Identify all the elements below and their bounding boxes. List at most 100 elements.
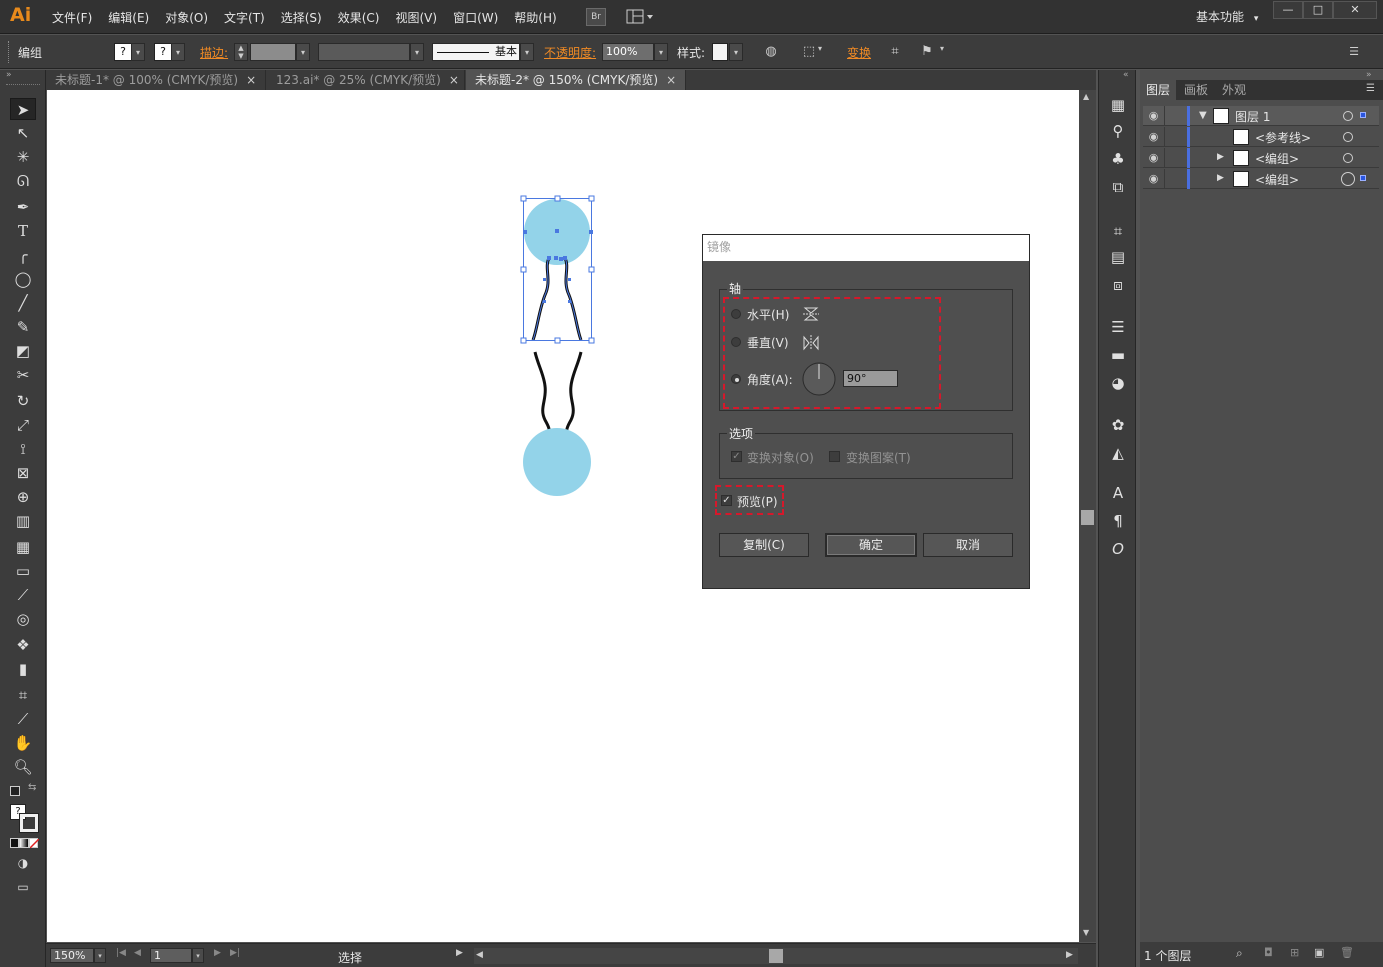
collapse-arrows-icon[interactable]: » xyxy=(6,70,12,80)
color-mode-icon[interactable] xyxy=(10,838,20,848)
artboard-dropdown[interactable]: ▾ xyxy=(192,948,204,963)
stroke-weight-input[interactable] xyxy=(250,43,296,61)
slice-tool-icon[interactable]: ⟋ xyxy=(10,708,36,730)
stroke-weight-label[interactable]: 描边: xyxy=(200,44,228,61)
cancel-button[interactable]: 取消 xyxy=(923,533,1013,557)
last-artboard-icon[interactable]: ▶| xyxy=(230,948,240,958)
screen-mode-icon[interactable]: ▭ xyxy=(10,876,36,898)
fill-swatch[interactable]: ? xyxy=(114,43,132,61)
horizontal-radio[interactable] xyxy=(731,309,741,319)
paragraph-panel-icon[interactable]: ¶ xyxy=(1107,510,1129,532)
previous-artboard-icon[interactable]: ◀ xyxy=(134,948,141,958)
magic-wand-tool-icon[interactable]: ✳ xyxy=(10,146,36,168)
transform-link[interactable]: 变换 xyxy=(847,44,871,61)
menu-help[interactable]: 帮助(H) xyxy=(506,9,564,26)
isolate-group-icon[interactable]: ⌗ xyxy=(886,44,904,60)
ok-button[interactable]: 确定 xyxy=(825,533,917,557)
align-panel-icon[interactable]: ▤ xyxy=(1107,246,1129,268)
scroll-down-icon[interactable]: ▼ xyxy=(1083,928,1089,937)
blend-tool-icon[interactable]: ◎ xyxy=(10,608,36,630)
character-panel-icon[interactable]: A xyxy=(1107,482,1129,504)
layer-row[interactable]: ◉ ▶ <编组> xyxy=(1143,169,1379,189)
fill-dropdown[interactable]: ▾ xyxy=(131,43,145,61)
transform-objects-checkbox[interactable]: ✓ xyxy=(731,451,742,462)
transform-patterns-checkbox[interactable] xyxy=(829,451,840,462)
horizontal-label[interactable]: 水平(H) xyxy=(747,306,789,323)
gradient-mode-icon[interactable] xyxy=(19,838,29,848)
opacity-label[interactable]: 不透明度: xyxy=(544,44,596,61)
scale-tool-icon[interactable]: ⤢ xyxy=(10,414,36,436)
width-tool-icon[interactable]: ⟟ xyxy=(10,438,36,460)
brush-dropdown[interactable]: ▾ xyxy=(520,43,534,61)
collapse-arrows-icon[interactable]: « xyxy=(1123,70,1129,80)
panel-menu-icon[interactable]: ☰ xyxy=(1366,83,1375,94)
brushes-icon[interactable]: ⚲ xyxy=(1107,120,1129,142)
default-colors-icon[interactable] xyxy=(10,786,20,796)
stroke-color-icon[interactable] xyxy=(19,813,39,833)
scroll-up-icon[interactable]: ▲ xyxy=(1083,92,1089,101)
shape-builder-tool-icon[interactable]: ⊕ xyxy=(10,486,36,508)
horizontal-scroll-thumb[interactable] xyxy=(769,949,783,963)
type-tool-icon[interactable]: T xyxy=(10,220,36,242)
symbols-club-icon[interactable]: ♣ xyxy=(1107,148,1129,170)
workspace-switcher[interactable]: 基本功能 ▾ xyxy=(1196,8,1258,25)
menu-file[interactable]: 文件(F) xyxy=(44,9,100,26)
layer-row[interactable]: ◉ ▼ 图层 1 xyxy=(1143,106,1379,126)
variable-width-profile[interactable] xyxy=(318,43,410,61)
symbol-sprayer-tool-icon[interactable]: ❖ xyxy=(10,634,36,656)
close-button[interactable]: ✕ xyxy=(1333,1,1377,19)
ellipse-tool-icon[interactable]: ◯ xyxy=(10,268,36,290)
transparency-panel-icon[interactable]: ◕ xyxy=(1107,372,1129,394)
zoom-tool-icon[interactable]: 🔍︎ xyxy=(10,756,36,778)
new-sublayer-icon[interactable]: ⊞ xyxy=(1290,946,1299,959)
tab-untitled-2[interactable]: 未标题-2* @ 150% (CMYK/预览) × xyxy=(466,70,686,90)
transform-objects-label[interactable]: 变换对象(O) xyxy=(747,449,814,466)
target-circle-icon[interactable] xyxy=(1343,153,1353,163)
dialog-title[interactable]: 镜像 xyxy=(703,235,1029,261)
selection-indicator[interactable] xyxy=(1360,175,1366,181)
scissors-tool-icon[interactable]: ✂ xyxy=(10,364,36,386)
swatches-grid-icon[interactable]: ▦ xyxy=(1107,94,1129,116)
maximize-button[interactable]: □ xyxy=(1303,1,1333,19)
target-circle-icon[interactable] xyxy=(1343,132,1353,142)
blob-brush-tool-icon[interactable]: ◩ xyxy=(10,340,36,362)
draw-mode-icon[interactable]: ◑ xyxy=(10,852,36,874)
bottom-right-wavy-line[interactable] xyxy=(565,351,583,436)
swap-colors-icon[interactable]: ⇆ xyxy=(28,782,36,793)
horizontal-scrollbar[interactable]: ◀ ▶ xyxy=(474,948,1078,964)
vertical-radio[interactable] xyxy=(731,337,741,347)
image-trace-icon[interactable]: ⧉ xyxy=(1107,176,1129,198)
paintbrush-tool-icon[interactable]: ╱ xyxy=(10,292,36,314)
variable-width-dropdown[interactable]: ▾ xyxy=(410,43,424,61)
tab-untitled-1[interactable]: 未标题-1* @ 100% (CMYK/预览) × xyxy=(46,70,266,90)
target-circle-icon[interactable] xyxy=(1343,111,1353,121)
graphic-style-dropdown[interactable]: ▾ xyxy=(729,43,743,61)
visibility-eye-icon[interactable]: ◉ xyxy=(1143,148,1165,168)
status-menu-icon[interactable]: ▶ xyxy=(456,948,463,958)
vertical-scroll-thumb[interactable] xyxy=(1081,510,1094,525)
visibility-eye-icon[interactable]: ◉ xyxy=(1143,106,1165,126)
menu-window[interactable]: 窗口(W) xyxy=(445,9,506,26)
vertical-label[interactable]: 垂直(V) xyxy=(747,334,789,351)
expand-triangle-icon[interactable]: ▶ xyxy=(1217,152,1224,162)
close-icon[interactable]: × xyxy=(449,73,459,87)
artboard-number-input[interactable]: 1 xyxy=(150,948,192,963)
recolor-artwork-icon[interactable]: ◍ xyxy=(762,44,780,60)
arrange-documents-icon[interactable] xyxy=(626,9,653,24)
stroke-weight-dropdown[interactable]: ▾ xyxy=(296,43,310,61)
eyedropper-tool-icon[interactable]: ⟋ xyxy=(10,584,36,606)
locate-object-icon[interactable]: ⌕ xyxy=(1236,946,1243,961)
pen-tool-icon[interactable]: ✒ xyxy=(10,196,36,218)
bottom-left-wavy-line[interactable] xyxy=(533,351,551,436)
menu-effect[interactable]: 效果(C) xyxy=(330,9,388,26)
layer-name[interactable]: <编组> xyxy=(1255,171,1299,188)
angle-radio[interactable] xyxy=(731,374,741,384)
close-icon[interactable]: × xyxy=(666,73,676,87)
menu-edit[interactable]: 编辑(E) xyxy=(100,9,157,26)
control-panel-menu-icon[interactable]: ☰ xyxy=(1345,44,1363,60)
brush-definition[interactable]: 基本 xyxy=(432,43,520,61)
mesh-tool-icon[interactable]: ▦ xyxy=(10,536,36,558)
pencil-tool-icon[interactable]: ✎ xyxy=(10,316,36,338)
menu-view[interactable]: 视图(V) xyxy=(387,9,445,26)
color-guide-icon[interactable]: ✿ xyxy=(1107,414,1129,436)
